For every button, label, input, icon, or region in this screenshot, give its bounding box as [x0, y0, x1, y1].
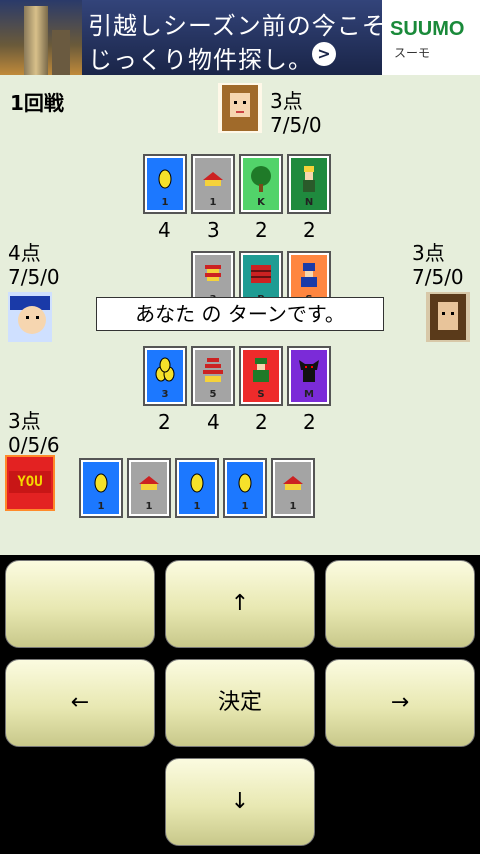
you-stats: 0/5/6: [8, 433, 60, 457]
tree-icon: [251, 166, 271, 192]
top-count-3: 2: [255, 218, 268, 242]
hand-card-1[interactable]: 1: [79, 458, 123, 518]
mid-card-3: S: [239, 346, 283, 406]
house-icon: [203, 172, 223, 186]
knight-icon: [301, 263, 317, 287]
top-card-1: 1: [143, 154, 187, 214]
mid-card-2: 5: [191, 346, 235, 406]
ad-line-2: じっくり物件探し。: [88, 46, 313, 74]
mid-count-3: 2: [255, 410, 268, 434]
house-icon: [283, 476, 303, 490]
you-badge: YOU: [5, 455, 55, 511]
left-opponent-avatar: [8, 292, 52, 342]
control-pad: ↑ ← 決定 → ↓: [0, 555, 480, 854]
wall-icon: [251, 265, 271, 283]
left-opponent-stats: 7/5/0: [8, 265, 60, 289]
you-score: 3点: [8, 409, 41, 433]
ad-arrow-icon[interactable]: >: [312, 42, 336, 66]
top-opponent-avatar: [218, 83, 262, 133]
right-opponent-stats: 7/5/0: [412, 265, 464, 289]
warrior-icon: [253, 358, 269, 382]
pagoda-icon: [203, 358, 223, 382]
hand-card-5[interactable]: 1: [271, 458, 315, 518]
mid-card-4: M: [287, 346, 331, 406]
mid-count-2: 4: [207, 410, 220, 434]
coin-icon: [238, 473, 252, 493]
ad-banner[interactable]: 引越しシーズン前の今こそ じっくり物件探し。 > SUUMO スーモ: [0, 0, 480, 75]
hand-card-4[interactable]: 1: [223, 458, 267, 518]
ad-brand: SUUMO: [390, 18, 465, 40]
top-count-4: 2: [303, 218, 316, 242]
top-card-2: 1: [191, 154, 235, 214]
coin-icon: [190, 473, 204, 493]
top-count-2: 3: [207, 218, 220, 242]
house-icon: [139, 476, 159, 490]
top-count-1: 4: [158, 218, 171, 242]
ad-line-1: 引越しシーズン前の今こそ: [88, 12, 387, 40]
tower-icon: [205, 265, 221, 281]
right-opponent-score: 3点: [412, 241, 445, 265]
ok-button[interactable]: 決定: [165, 659, 315, 747]
coin-icon: [158, 169, 172, 189]
demon-icon: [299, 360, 319, 382]
blank-button-top-right[interactable]: [325, 560, 475, 648]
right-button[interactable]: →: [325, 659, 475, 747]
coin-icon: [94, 473, 108, 493]
right-opponent-avatar: [426, 292, 470, 342]
top-card-3: K: [239, 154, 283, 214]
blank-button-top-left[interactable]: [5, 560, 155, 648]
top-opponent-score: 3点: [270, 89, 303, 113]
turn-message: あなた の ターンです。: [96, 297, 384, 331]
mid-count-4: 2: [303, 410, 316, 434]
left-button[interactable]: ←: [5, 659, 155, 747]
ad-building-image: [0, 0, 82, 75]
down-button[interactable]: ↓: [165, 758, 315, 846]
hand-card-2[interactable]: 1: [127, 458, 171, 518]
coins-icon: [155, 357, 175, 382]
hand-card-3[interactable]: 1: [175, 458, 219, 518]
ad-logo[interactable]: SUUMO スーモ: [382, 0, 480, 75]
mid-card-1: 3: [143, 346, 187, 406]
mid-count-1: 2: [158, 410, 171, 434]
ad-copy[interactable]: 引越しシーズン前の今こそ じっくり物件探し。 >: [82, 0, 386, 75]
soldier-icon: [303, 166, 315, 192]
left-opponent-score: 4点: [8, 241, 41, 265]
top-opponent-stats: 7/5/0: [270, 113, 322, 137]
up-button[interactable]: ↑: [165, 560, 315, 648]
round-label: 1回戦: [10, 91, 64, 115]
ad-brand-sub: スーモ: [394, 46, 431, 60]
top-card-4: N: [287, 154, 331, 214]
game-board: 1回戦 3点 7/5/0 1 1 K N 4 3 2 2 4点 7/5/0 3点…: [0, 75, 480, 555]
